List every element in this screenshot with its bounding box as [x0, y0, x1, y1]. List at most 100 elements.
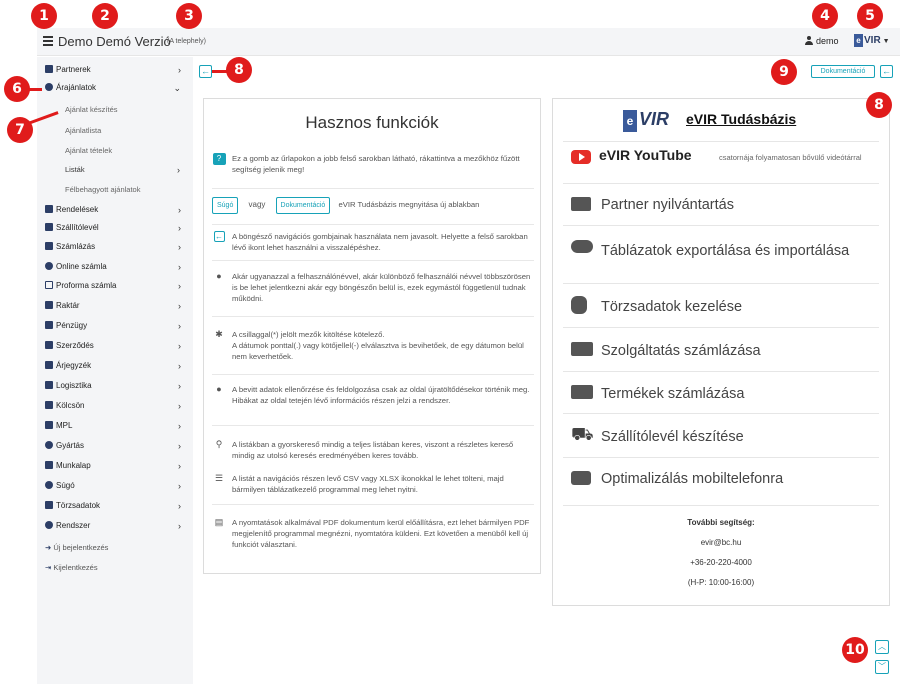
support-email[interactable]: evir@bc.hu: [563, 538, 879, 547]
kb-row-label: Törzsadatok kezelése: [601, 299, 743, 315]
tip-text: A listát a navigációs részen levő CSV va…: [232, 474, 504, 494]
annotation-pointer-8: [212, 70, 228, 73]
sidebar-item-online-szamla[interactable]: Online számla ›: [45, 262, 185, 278]
user-icon: [805, 36, 813, 45]
logout-label: Kijelentkezés: [53, 563, 98, 572]
sidebar-item-szallitolevel[interactable]: Szállítólevél ›: [45, 223, 185, 239]
sidebar-item-partnerek[interactable]: Partnerek ›: [45, 65, 185, 81]
info-icon: ●: [216, 384, 222, 394]
help-glyph: ?: [212, 153, 226, 165]
sidebar-item-torzsadatok[interactable]: Törzsadatok ›: [45, 501, 185, 517]
tip-text: A csillaggal(*) jelölt mezők kitöltése k…: [232, 330, 385, 339]
kb-row-service-billing[interactable]: Szolgáltatás számlázása: [563, 327, 879, 371]
tips-card: Hasznos funkciók ? Ez a gomb az űrlapoko…: [203, 98, 541, 574]
sidebar-item-szerzodes[interactable]: Szerződés ›: [45, 341, 185, 357]
user-menu[interactable]: demo: [805, 36, 839, 46]
sidebar-sub-ajanlatlista[interactable]: Ajánlatlista: [65, 126, 101, 135]
help-icon: ?: [212, 153, 226, 165]
sidebar-item-szamlazas[interactable]: Számlázás ›: [45, 242, 185, 258]
video-play-icon: [571, 471, 591, 485]
sidebar-item-label: Árjegyzék: [56, 361, 92, 370]
tip-text-2: A dátumok ponttal(.) vagy kötőjellel(-) …: [232, 341, 524, 361]
chevron-right-icon: ›: [178, 281, 181, 291]
sidebar-item-penzugy[interactable]: Pénzügy ›: [45, 321, 185, 337]
sidebar-item-label: Rendelések: [56, 205, 99, 214]
kb-row-mobile[interactable]: Optimalizálás mobiltelefonra: [563, 457, 879, 501]
kb-title-link[interactable]: eVIR Tudásbázis: [686, 111, 796, 127]
hamburger-menu-icon[interactable]: [43, 36, 53, 46]
sidebar-item-label: Raktár: [56, 301, 80, 310]
documentation-button[interactable]: Dokumentáció: [811, 65, 875, 78]
more-help-title: További segítség:: [687, 518, 755, 527]
kb-row-label: Táblázatok exportálása és importálása: [601, 243, 850, 259]
sidebar-item-gyartas[interactable]: Gyártás ›: [45, 441, 185, 457]
kb-row-delivery-note[interactable]: ⛟ Szállítólevél készítése: [563, 413, 879, 457]
chevron-right-icon: ›: [178, 521, 181, 531]
kb-row-label: Optimalizálás mobiltelefonra: [601, 471, 784, 487]
chevron-right-icon: ›: [178, 242, 181, 252]
invoice-icon: [45, 242, 53, 250]
sidebar-item-rendelesek[interactable]: Rendelések ›: [45, 205, 185, 221]
new-login-link[interactable]: ➜ Új bejelentkezés: [45, 543, 108, 552]
evir-logo-icon: e: [623, 110, 637, 132]
annotation-marker-9: 9: [771, 59, 797, 85]
tip-export: ☰ A listát a navigációs részen levő CSV …: [212, 473, 534, 505]
caret-down-icon: ▼: [882, 38, 890, 45]
back-button-right[interactable]: ←: [880, 65, 893, 78]
youtube-icon: [571, 150, 591, 164]
tip-print: ▤ A nyomtatások alkalmával PDF dokumentu…: [212, 517, 534, 557]
app-title: Demo Demó Verzió: [58, 34, 171, 49]
sidebar-item-arjegyzek[interactable]: Árjegyzék ›: [45, 361, 185, 377]
sidebar-item-proforma[interactable]: Proforma számla ›: [45, 281, 185, 297]
chevron-right-icon: ›: [178, 481, 181, 491]
scroll-down-button[interactable]: ﹀: [875, 660, 889, 674]
chevron-right-icon: ›: [178, 501, 181, 511]
sidebar-item-rendszer[interactable]: Rendszer ›: [45, 521, 185, 537]
tip-required-fields: ✱ A csillaggal(*) jelölt mezők kitöltése…: [212, 329, 534, 375]
annotation-marker-8: 8: [226, 57, 252, 83]
sidebar-item-label: Proforma számla: [56, 281, 117, 290]
kb-youtube-row[interactable]: eVIR YouTube csatornája folyamatosan bőv…: [563, 141, 879, 183]
money-icon: [45, 321, 53, 329]
sidebar-item-logisztika[interactable]: Logisztika ›: [45, 381, 185, 397]
kb-row-product-billing[interactable]: Termékek számlázása: [563, 371, 879, 413]
dolly-icon: [45, 381, 53, 389]
cogs-icon: [45, 441, 53, 449]
id-card-icon: [571, 197, 591, 211]
annotation-marker-2: 2: [92, 3, 118, 29]
sidebar-item-mpl[interactable]: MPL ›: [45, 421, 185, 437]
worksheet-icon: [45, 461, 53, 469]
sidebar-item-arajanlatok[interactable]: Árajánlatok ⌄: [45, 83, 185, 99]
site-label: (A telephely): [167, 38, 206, 45]
scroll-up-button[interactable]: ︿: [875, 640, 889, 654]
kb-row-label: Szolgáltatás számlázása: [601, 343, 761, 359]
evir-logo-dropdown[interactable]: e VIR ▼: [854, 34, 890, 47]
sidebar-item-sugo[interactable]: Súgó ›: [45, 481, 185, 497]
annotation-marker-1: 1: [31, 3, 57, 29]
sidebar-sub-ajanlat-keszites[interactable]: Ajánlat készítés: [65, 105, 118, 114]
back-button[interactable]: ←: [199, 65, 212, 78]
sidebar: Partnerek › Árajánlatok ⌄ Ajánlat készítés…: [37, 57, 193, 684]
new-login-label: Új bejelentkezés: [53, 543, 109, 552]
kb-row-export[interactable]: Táblázatok exportálása és importálása: [563, 225, 879, 283]
sidebar-item-raktar[interactable]: Raktár ›: [45, 301, 185, 317]
sidebar-sub-felbehagyott[interactable]: Félbehagyott ajánlatok: [65, 185, 140, 194]
kb-row-masterdata[interactable]: Törzsadatok kezelése: [563, 283, 879, 327]
logout-link[interactable]: ⇥ Kijelentkezés: [45, 563, 98, 572]
database-icon: [45, 501, 53, 509]
sidebar-item-munkalap[interactable]: Munkalap ›: [45, 461, 185, 477]
sidebar-item-label: Szerződés: [56, 341, 94, 350]
search-icon: ⚲: [215, 439, 223, 449]
file-icon: ▤: [214, 517, 224, 527]
sidebar-sub-ajanlat-tetelek[interactable]: Ajánlat tételek: [65, 146, 112, 155]
doc-mini-button: Dokumentáció: [275, 197, 331, 214]
kb-row-label: Partner nyilvántartás: [601, 197, 734, 213]
sidebar-sub-label: Listák: [65, 165, 85, 174]
tip-text: eVIR Tudásbázis megnyitása új ablakban: [338, 200, 480, 209]
tips-title: Hasznos funkciók: [305, 113, 439, 132]
chevron-right-icon: ›: [178, 205, 181, 215]
sidebar-item-kolcson[interactable]: Kölcsön ›: [45, 401, 185, 417]
sidebar-sub-listak[interactable]: Listák ›: [65, 165, 185, 175]
kb-row-partner[interactable]: Partner nyilvántartás: [563, 183, 879, 225]
chevron-right-icon: ›: [178, 401, 181, 411]
